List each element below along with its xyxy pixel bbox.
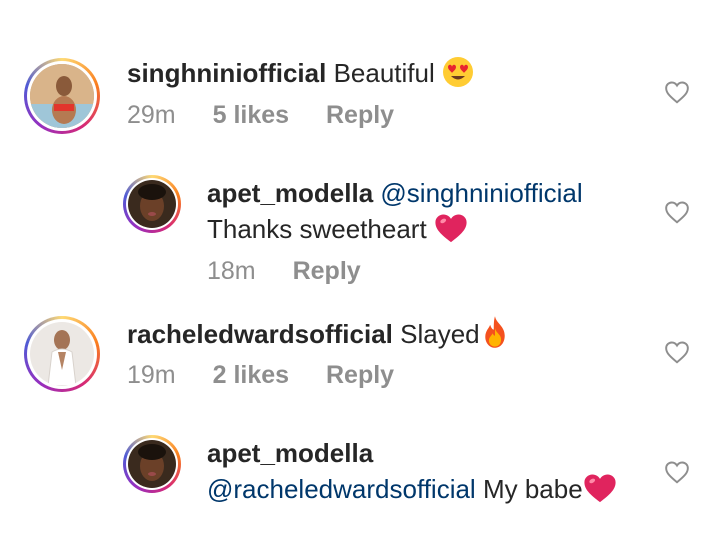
comment-username[interactable]: apet_modella (207, 438, 373, 468)
reply-button[interactable]: Reply (326, 361, 394, 390)
comment-text: Beautiful (333, 58, 435, 88)
comment-text: Thanks sweetheart (207, 214, 427, 244)
heart-eyes-emoji-icon (443, 57, 473, 87)
reply-button[interactable]: Reply (293, 257, 361, 286)
mention-link[interactable]: @singhniniofficial (380, 178, 582, 208)
avatar[interactable] (123, 435, 181, 493)
likes-count[interactable]: 2 likes (213, 361, 289, 390)
mention-link[interactable]: @racheledwardsofficial (207, 474, 476, 504)
comment-username[interactable]: apet_modella (207, 178, 373, 208)
like-heart-icon[interactable] (664, 200, 690, 224)
comment-time: 29m (127, 101, 176, 129)
comment-time: 18m (207, 257, 256, 285)
comment-text: Slayed (400, 319, 480, 349)
comment-time: 19m (127, 361, 176, 389)
like-heart-icon[interactable] (664, 340, 690, 364)
like-heart-icon[interactable] (664, 80, 690, 104)
comment-username[interactable]: racheledwardsofficial (127, 319, 393, 349)
comment-text: My babe (482, 474, 583, 504)
red-heart-emoji-icon (584, 474, 616, 503)
fire-emoji-icon (484, 316, 505, 348)
avatar[interactable] (24, 316, 100, 392)
avatar[interactable] (123, 175, 181, 233)
likes-count[interactable]: 5 likes (213, 101, 289, 130)
red-heart-emoji-icon (435, 214, 467, 243)
like-heart-icon[interactable] (664, 460, 690, 484)
avatar[interactable] (24, 58, 100, 134)
reply-button[interactable]: Reply (326, 101, 394, 130)
comment-username[interactable]: singhniniofficial (127, 58, 326, 88)
